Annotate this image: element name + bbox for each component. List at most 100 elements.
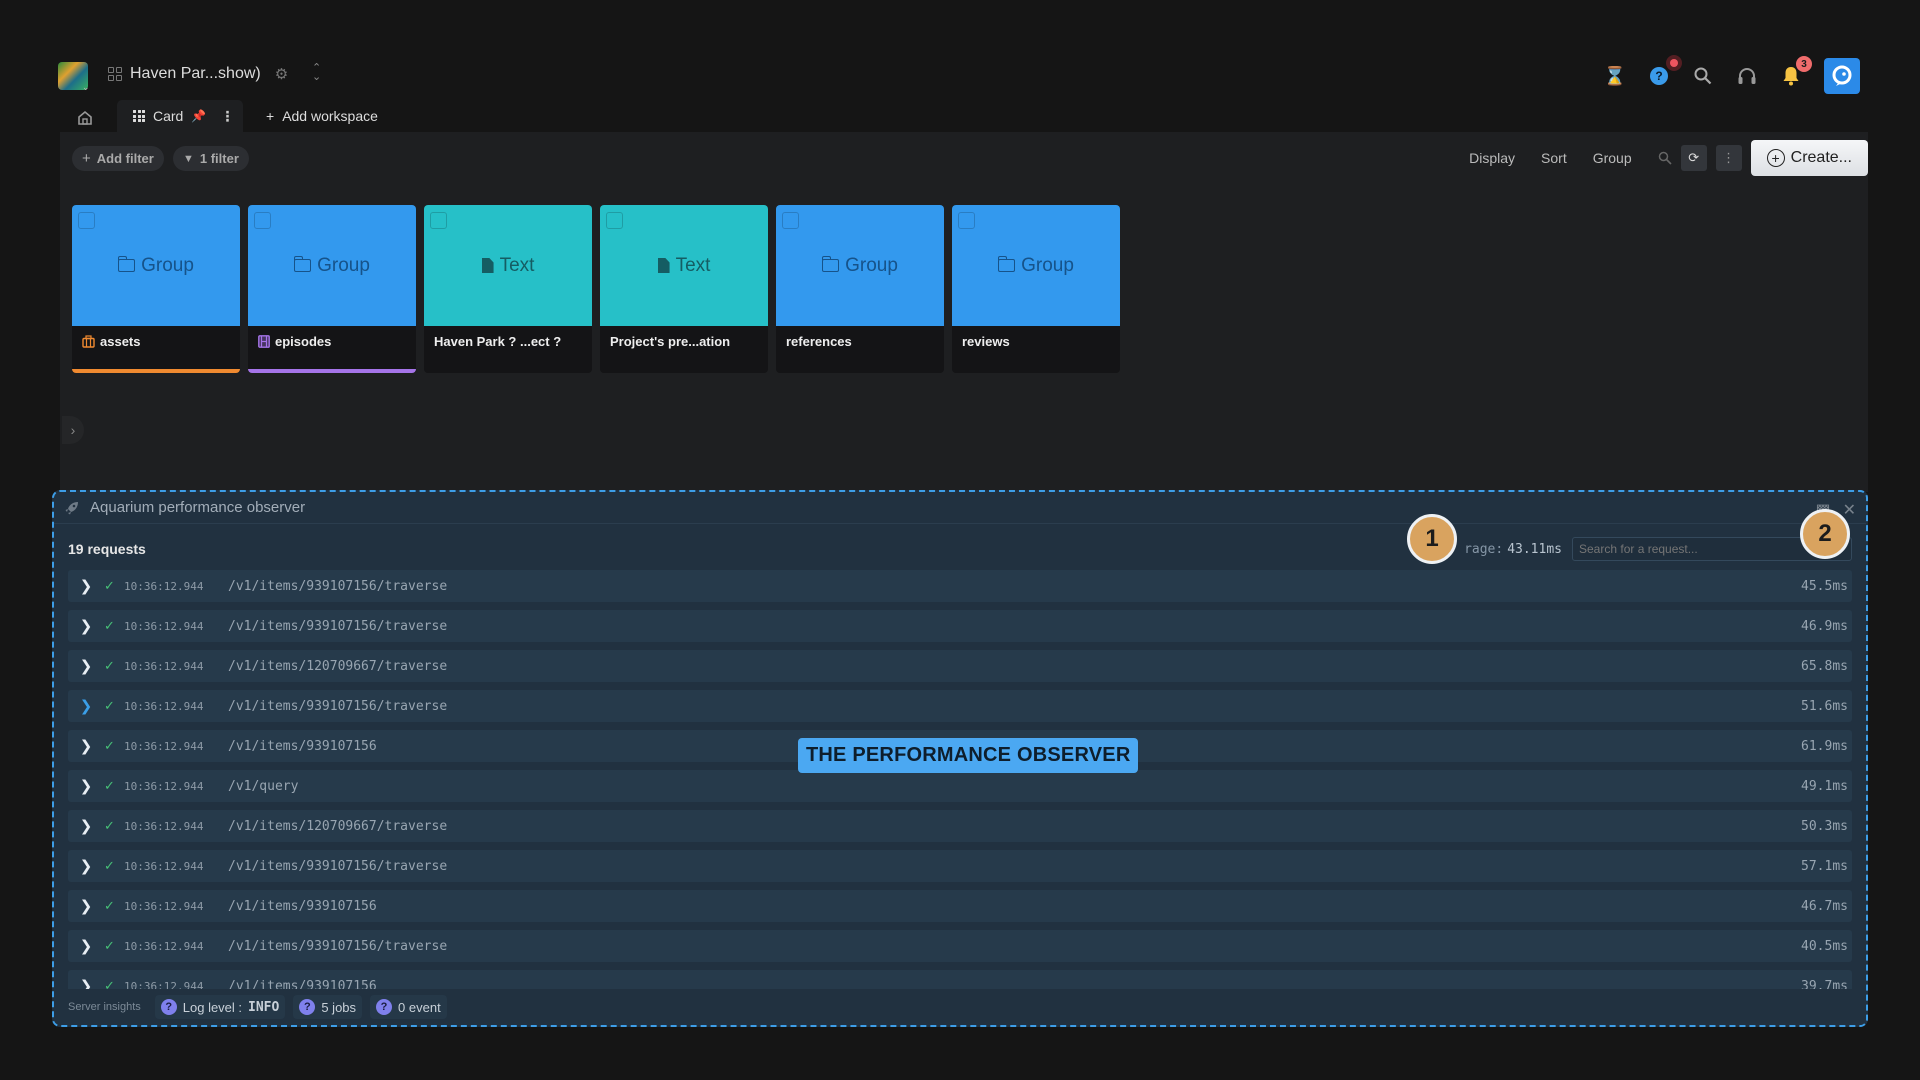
support-chat-button[interactable] <box>1824 58 1860 94</box>
expand-chevron-icon[interactable]: ❯ <box>68 777 104 795</box>
headphones-button[interactable] <box>1736 65 1758 87</box>
request-path: /v1/items/939107156/traverse <box>228 578 448 594</box>
success-check-icon: ✓ <box>104 738 115 754</box>
request-path: /v1/items/120709667/traverse <box>228 818 448 834</box>
request-row[interactable]: ❯ ✓ 10:36:12.944/v1/query 49.1ms <box>68 770 1852 802</box>
events-chip[interactable]: ? 0 event <box>370 995 447 1019</box>
request-duration: 57.1ms <box>1801 858 1848 874</box>
close-icon[interactable]: ✕ <box>1843 500 1856 520</box>
project-name: Haven Par...show) <box>130 65 261 82</box>
rocket-icon <box>65 501 78 514</box>
add-workspace-button[interactable]: + Add workspace <box>266 108 378 124</box>
add-filter-button[interactable]: + Add filter <box>72 146 164 171</box>
card-thumbnail: Text <box>424 205 592 326</box>
success-check-icon: ✓ <box>104 578 115 594</box>
search-icon[interactable] <box>1658 151 1672 165</box>
request-path: /v1/items/939107156 <box>228 898 377 914</box>
select-checkbox[interactable] <box>958 212 975 229</box>
request-time: 10:36:12.944 <box>124 579 204 593</box>
help-button[interactable]: ? <box>1648 55 1682 87</box>
card-thumbnail: Group <box>952 205 1120 326</box>
group-button[interactable]: Group <box>1593 150 1632 166</box>
chevron-down-icon[interactable]: ⌄ <box>82 82 90 93</box>
expand-chevron-icon[interactable]: ❯ <box>68 657 104 675</box>
expand-chevron-icon[interactable]: ❯ <box>68 817 104 835</box>
pin-icon[interactable]: 📌 <box>191 109 206 123</box>
request-row[interactable]: ❯ ✓ 10:36:12.944/v1/items/120709667/traver… <box>68 810 1852 842</box>
success-check-icon: ✓ <box>104 938 115 954</box>
filter-count-button[interactable]: ▼ 1 filter <box>173 146 249 171</box>
card-type-label: Text <box>675 254 711 276</box>
request-time: 10:36:12.944 <box>124 859 204 873</box>
select-checkbox[interactable] <box>78 212 95 229</box>
expand-collapse-icon[interactable]: ⌃ ⌄ <box>312 63 321 83</box>
home-tab[interactable] <box>72 106 98 130</box>
notifications-button[interactable]: 3 <box>1780 56 1812 87</box>
tab-card[interactable]: Card 📌 ⋮ <box>117 100 243 132</box>
request-time: 10:36:12.944 <box>124 699 204 713</box>
request-duration: 45.5ms <box>1801 578 1848 594</box>
card-item[interactable]: Group assets <box>72 205 240 373</box>
events-label: 0 event <box>398 999 441 1015</box>
request-row[interactable]: ❯ ✓ 10:36:12.944/v1/items/939107156/traver… <box>68 690 1852 722</box>
project-selector[interactable]: Haven Par...show) ⚙ <box>108 65 288 83</box>
add-filter-label: Add filter <box>96 151 154 166</box>
help-icon: ? <box>376 999 393 1015</box>
expand-chevron-icon[interactable]: ❯ <box>68 897 104 915</box>
annotation-marker-1: 1 <box>1407 514 1457 564</box>
card-item[interactable]: Group references <box>776 205 944 373</box>
card-thumbnail: Group <box>776 205 944 326</box>
expand-chevron-icon[interactable]: ❯ <box>68 937 104 955</box>
card-color-bar <box>248 369 416 373</box>
expand-chevron-icon[interactable]: ❯ <box>68 857 104 875</box>
request-row[interactable]: ❯ ✓ 10:36:12.944/v1/items/939107156/traver… <box>68 610 1852 642</box>
chat-bubble-icon <box>1832 65 1852 86</box>
briefcase-icon <box>82 335 95 348</box>
display-button[interactable]: Display <box>1469 150 1515 166</box>
expand-chevron-icon[interactable]: ❯ <box>68 737 104 755</box>
request-row[interactable]: ❯ ✓ 10:36:12.944/v1/items/120709667/traver… <box>68 650 1852 682</box>
more-options-icon[interactable]: ⋮ <box>220 108 234 125</box>
card-item[interactable]: Text Project's pre...ation <box>600 205 768 373</box>
card-item[interactable]: Text Haven Park ? ...ect ? <box>424 205 592 373</box>
create-button[interactable]: + Create... <box>1750 140 1868 176</box>
card-item[interactable]: Group episodes <box>248 205 416 373</box>
log-level-chip[interactable]: ? Log level : INFO <box>154 995 286 1019</box>
hourglass-icon[interactable]: ⌛ <box>1604 65 1626 87</box>
request-duration: 65.8ms <box>1801 658 1848 674</box>
average-label: rage: <box>1464 541 1504 557</box>
request-row[interactable]: ❯ ✓ 10:36:12.944/v1/items/939107156 46.7ms <box>68 890 1852 922</box>
more-options-button[interactable]: ⋮ <box>1715 145 1742 171</box>
success-check-icon: ✓ <box>104 898 115 914</box>
request-time: 10:36:12.944 <box>124 819 204 833</box>
success-check-icon: ✓ <box>104 818 115 834</box>
select-checkbox[interactable] <box>254 212 271 229</box>
card-type-label: Group <box>845 254 898 276</box>
request-row[interactable]: ❯ ✓ 10:36:12.944/v1/items/939107156/traver… <box>68 850 1852 882</box>
request-duration: 49.1ms <box>1801 778 1848 794</box>
request-row[interactable]: ❯ ✓ 10:36:12.944/v1/items/939107156/traver… <box>68 930 1852 962</box>
expand-chevron-icon[interactable]: ❯ <box>68 697 104 715</box>
create-label: Create... <box>1790 149 1852 166</box>
request-path: /v1/items/939107156/traverse <box>228 938 448 954</box>
request-row[interactable]: ❯ ✓ 10:36:12.944/v1/items/939107156/traver… <box>68 570 1852 602</box>
jobs-chip[interactable]: ? 5 jobs <box>293 995 363 1019</box>
refresh-button[interactable]: ⟳ <box>1680 145 1707 171</box>
chevron-right-icon: › <box>70 422 76 438</box>
card-item[interactable]: Group reviews <box>952 205 1120 373</box>
plus-circle-icon: + <box>1766 149 1785 167</box>
expand-chevron-icon[interactable]: ❯ <box>68 577 104 595</box>
sort-button[interactable]: Sort <box>1541 150 1567 166</box>
gear-icon[interactable]: ⚙ <box>275 65 288 83</box>
filter-count-label: 1 filter <box>199 151 239 166</box>
select-checkbox[interactable] <box>606 212 623 229</box>
search-button[interactable] <box>1692 65 1714 87</box>
card-type-label: Group <box>317 254 370 276</box>
card-type-label: Group <box>141 254 194 276</box>
expand-chevron-icon[interactable]: ❯ <box>68 617 104 635</box>
plus-icon: + <box>82 150 91 167</box>
request-list[interactable]: ❯ ✓ 10:36:12.944/v1/items/939107156/traver… <box>54 564 1866 1002</box>
select-checkbox[interactable] <box>430 212 447 229</box>
success-check-icon: ✓ <box>104 858 115 874</box>
select-checkbox[interactable] <box>782 212 799 229</box>
